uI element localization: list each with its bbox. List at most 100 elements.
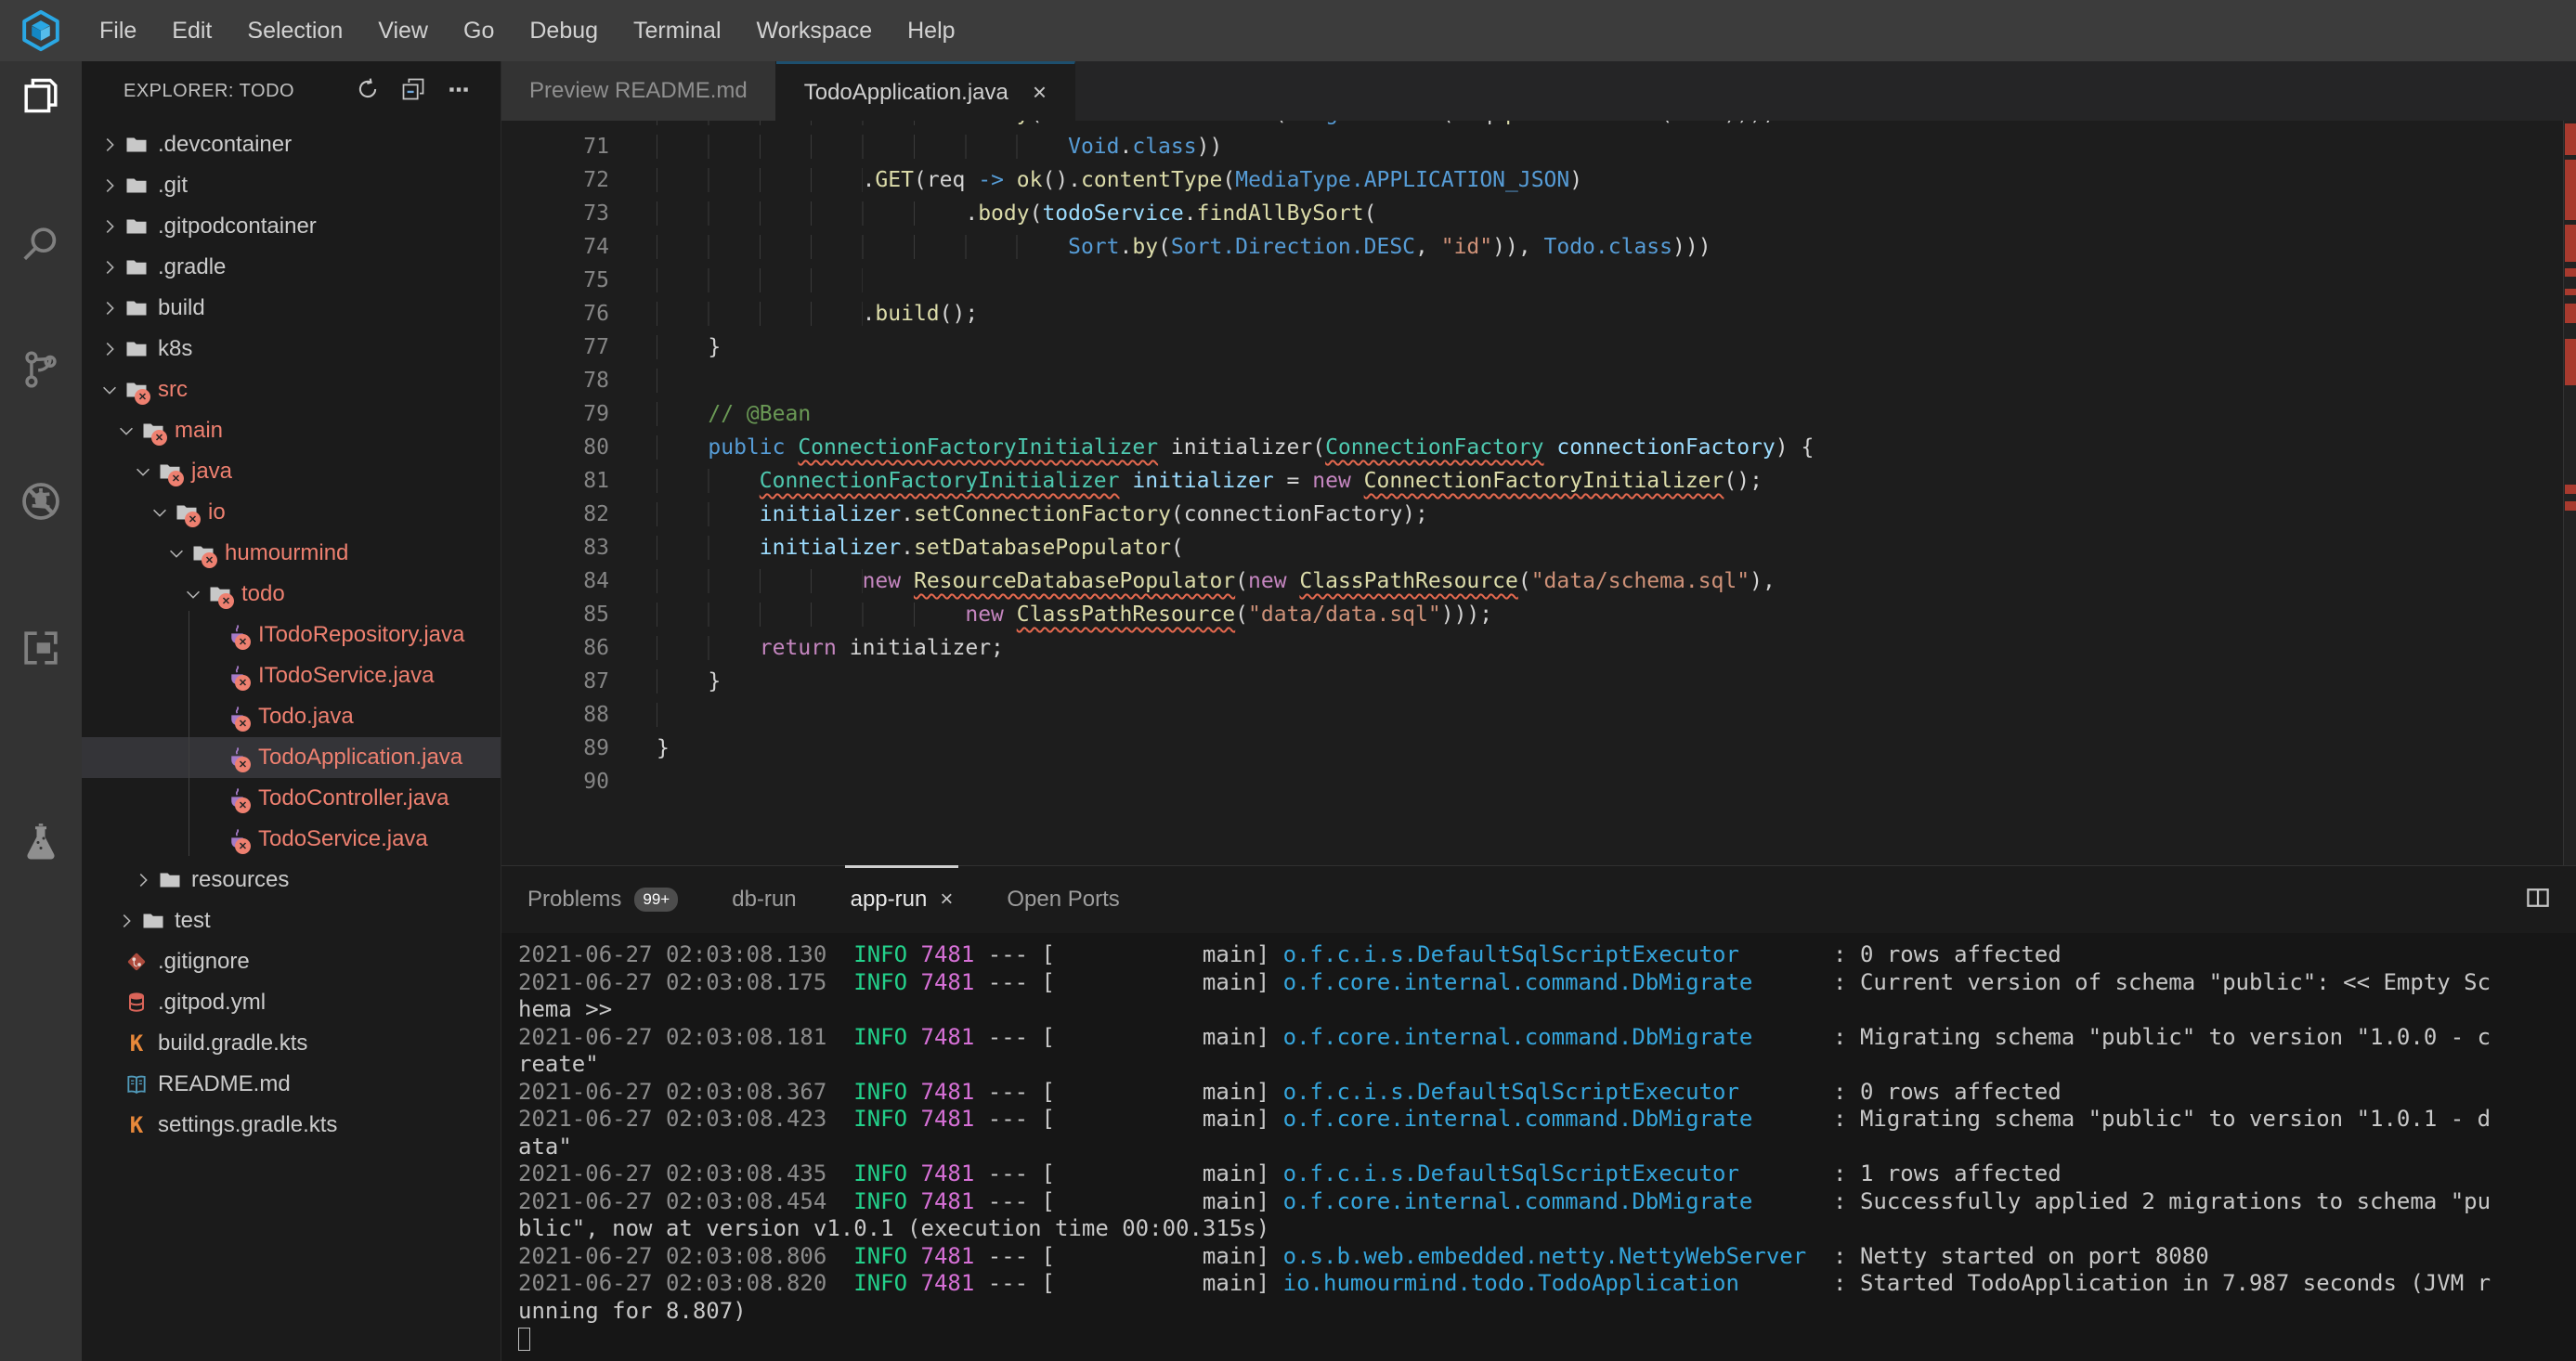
tree-item-resources[interactable]: resources xyxy=(82,860,501,901)
tree-item-todoservice-java[interactable]: ✕ TodoService.java xyxy=(82,819,501,860)
tree-item-build-gradle-kts[interactable]: Kbuild.gradle.kts xyxy=(82,1023,501,1064)
tree-item-build[interactable]: build xyxy=(82,288,501,329)
chevron-right-icon[interactable] xyxy=(97,295,123,321)
chevron-down-icon[interactable] xyxy=(163,540,189,566)
editor-tab-preview-readme-md[interactable]: Preview README.md xyxy=(501,61,776,121)
terminal-row-6: 2021-06-27 02:03:08.423 INFO 7481 --- [ … xyxy=(518,1106,2576,1134)
code-text: initializer.setDatabasePopulator( xyxy=(657,531,1184,564)
chevron-down-icon[interactable] xyxy=(130,459,156,485)
chevron-right-icon[interactable] xyxy=(97,132,123,158)
terminal-output[interactable]: 2021-06-27 02:03:08.130 INFO 7481 --- [ … xyxy=(501,933,2576,1353)
folder-icon xyxy=(141,909,165,933)
search-icon[interactable] xyxy=(0,210,82,335)
tree-item-src[interactable]: ✕src xyxy=(82,369,501,410)
menu-item-edit[interactable]: Edit xyxy=(154,0,229,61)
tree-item-k8s[interactable]: k8s xyxy=(82,329,501,369)
split-panel-icon[interactable] xyxy=(2524,884,2576,916)
tree-item--gradle[interactable]: .gradle xyxy=(82,247,501,288)
chevron-down-icon[interactable] xyxy=(97,377,123,403)
chevron-right-icon[interactable] xyxy=(97,254,123,280)
overview-ruler[interactable] xyxy=(2563,121,2576,865)
plugins-icon[interactable] xyxy=(0,614,82,809)
error-badge: ✕ xyxy=(218,593,234,609)
chevron-down-icon[interactable] xyxy=(147,499,173,525)
tree-item-label: TodoApplication.java xyxy=(258,745,462,771)
error-mark xyxy=(2565,160,2576,220)
panel-tab-open-ports[interactable]: Open Ports xyxy=(1007,866,1119,933)
tree-item--gitpodcontainer[interactable]: .gitpodcontainer xyxy=(82,206,501,247)
tree-item-todocontroller-java[interactable]: ✕TodoController.java xyxy=(82,778,501,819)
chevron-down-icon[interactable] xyxy=(180,581,206,607)
tree-item-main[interactable]: ✕main xyxy=(82,410,501,451)
code-text xyxy=(657,698,708,732)
more-actions-icon[interactable] xyxy=(447,77,471,106)
chevron-right-icon[interactable] xyxy=(97,173,123,199)
tree-item-humourmind[interactable]: ✕humourmind xyxy=(82,533,501,574)
error-mark xyxy=(2565,339,2576,385)
explorer-icon[interactable] xyxy=(0,61,82,210)
error-badge: ✕ xyxy=(202,552,217,568)
test-flask-icon[interactable] xyxy=(0,809,82,911)
refresh-icon[interactable] xyxy=(356,77,380,106)
chevron-right-icon[interactable] xyxy=(130,867,156,893)
terminal-row-10: blic", now at version v1.0.1 (execution … xyxy=(518,1215,2576,1243)
line-number: 72 xyxy=(501,163,657,197)
debug-disabled-icon[interactable] xyxy=(0,465,82,614)
panel-tab-label: Problems xyxy=(527,887,621,913)
tree-item--devcontainer[interactable]: .devcontainer xyxy=(82,124,501,165)
tree-item--gitignore[interactable]: .gitignore xyxy=(82,941,501,982)
folder-icon: ✕ xyxy=(191,541,215,565)
code-line-77: 77 } xyxy=(501,331,2563,364)
tree-item-io[interactable]: ✕io xyxy=(82,492,501,533)
code-line-82: 82 initializer.setConnectionFactory(conn… xyxy=(501,498,2563,531)
editor-tab-todoapplication-java[interactable]: TodoApplication.java× xyxy=(776,61,1075,121)
menu-item-help[interactable]: Help xyxy=(890,0,972,61)
folder-icon xyxy=(124,174,149,198)
chevron-spacer xyxy=(197,826,223,852)
tree-item-todoapplication-java[interactable]: ✕TodoApplication.java xyxy=(82,737,501,778)
chevron-right-icon[interactable] xyxy=(97,336,123,362)
menu-item-view[interactable]: View xyxy=(360,0,446,61)
collapse-all-icon[interactable] xyxy=(400,76,426,107)
close-icon[interactable]: × xyxy=(940,887,953,913)
tree-item-todo-java[interactable]: ✕Todo.java xyxy=(82,696,501,737)
tree-item-label: TodoService.java xyxy=(258,826,428,852)
tree-item-test[interactable]: test xyxy=(82,901,501,941)
chevron-spacer xyxy=(97,990,123,1016)
folder-icon xyxy=(124,296,149,320)
tree-item-itodoservice-java[interactable]: ✕ITodoService.java xyxy=(82,655,501,696)
error-badge: ✕ xyxy=(235,838,251,854)
tree-item-settings-gradle-kts[interactable]: Ksettings.gradle.kts xyxy=(82,1105,501,1146)
menu-item-go[interactable]: Go xyxy=(446,0,512,61)
code-editor[interactable]: 70 .body(todoService.delete(Long.valueOf… xyxy=(501,121,2563,865)
line-number: 74 xyxy=(501,230,657,264)
menu-item-debug[interactable]: Debug xyxy=(512,0,616,61)
menu-item-workspace[interactable]: Workspace xyxy=(739,0,891,61)
chevron-right-icon[interactable] xyxy=(113,908,139,934)
close-icon[interactable]: × xyxy=(1033,78,1047,107)
menu-item-terminal[interactable]: Terminal xyxy=(616,0,738,61)
chevron-right-icon[interactable] xyxy=(97,214,123,240)
tree-item-readme-md[interactable]: README.md xyxy=(82,1064,501,1105)
tree-item-label: src xyxy=(158,377,188,403)
tree-item-label: ITodoService.java xyxy=(258,663,434,689)
code-text: } xyxy=(657,665,721,698)
menu-item-selection[interactable]: Selection xyxy=(229,0,360,61)
tree-item-java[interactable]: ✕java xyxy=(82,451,501,492)
panel-tab-app-run[interactable]: app-run× xyxy=(851,866,954,933)
java-icon: ✕ xyxy=(225,623,249,647)
tree-item-itodorepository-java[interactable]: ✕ITodoRepository.java xyxy=(82,615,501,655)
tree-item--gitpod-yml[interactable]: .gitpod.yml xyxy=(82,982,501,1023)
tree-item-todo[interactable]: ✕todo xyxy=(82,574,501,615)
source-control-icon[interactable] xyxy=(0,335,82,465)
terminal-row-9: 2021-06-27 02:03:08.454 INFO 7481 --- [ … xyxy=(518,1188,2576,1216)
tree-item--git[interactable]: .git xyxy=(82,165,501,206)
panel-tab-problems[interactable]: Problems99+ xyxy=(527,866,678,933)
chevron-down-icon[interactable] xyxy=(113,418,139,444)
terminal-cursor-row xyxy=(518,1325,2576,1353)
error-badge: ✕ xyxy=(235,716,251,732)
panel-tab-db-run[interactable]: db-run xyxy=(732,866,796,933)
tree-item-label: .gitpod.yml xyxy=(158,990,266,1016)
line-number: 78 xyxy=(501,364,657,397)
menu-item-file[interactable]: File xyxy=(82,0,154,61)
